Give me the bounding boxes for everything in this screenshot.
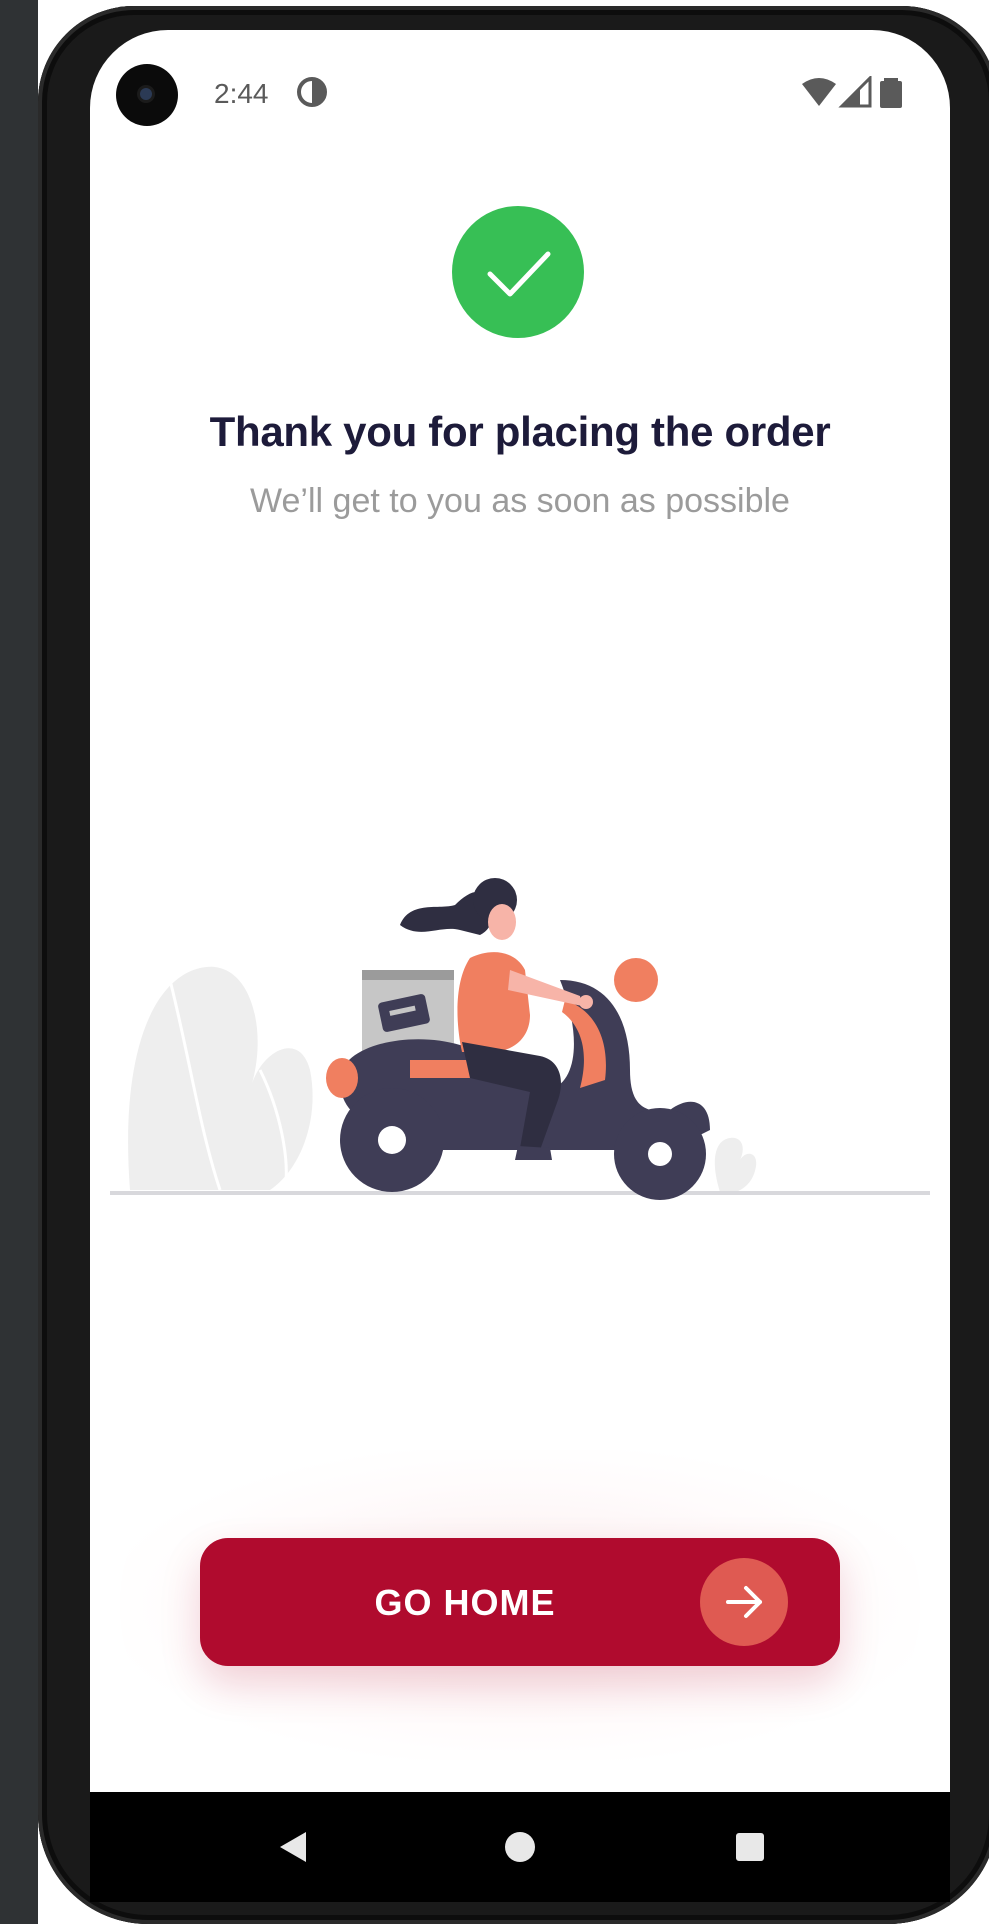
- app-screen: 2:44 Thank you for placing the order We’…: [90, 30, 950, 1792]
- signal-icon: [838, 76, 872, 108]
- check-icon: [487, 251, 551, 297]
- data-saver-icon: [297, 77, 327, 107]
- status-time: 2:44: [214, 78, 269, 109]
- wifi-icon: [802, 78, 836, 106]
- home-icon[interactable]: [495, 1822, 545, 1872]
- navigation-bar: [90, 1792, 950, 1902]
- background: [0, 0, 38, 1924]
- delivery-scooter-illustration: [110, 878, 930, 1200]
- back-icon[interactable]: [270, 1822, 320, 1872]
- page-subtitle: We’ll get to you as soon as possible: [250, 482, 790, 520]
- camera-icon: [116, 64, 178, 126]
- go-home-button[interactable]: GO HOME: [200, 1538, 840, 1666]
- check-circle-icon: [452, 206, 584, 338]
- status-icons: [802, 76, 902, 108]
- recents-icon[interactable]: [725, 1822, 775, 1872]
- go-home-label: GO HOME: [374, 1582, 556, 1623]
- battery-icon: [880, 78, 902, 108]
- page-title: Thank you for placing the order: [209, 408, 831, 455]
- arrow-right-icon: [700, 1558, 788, 1646]
